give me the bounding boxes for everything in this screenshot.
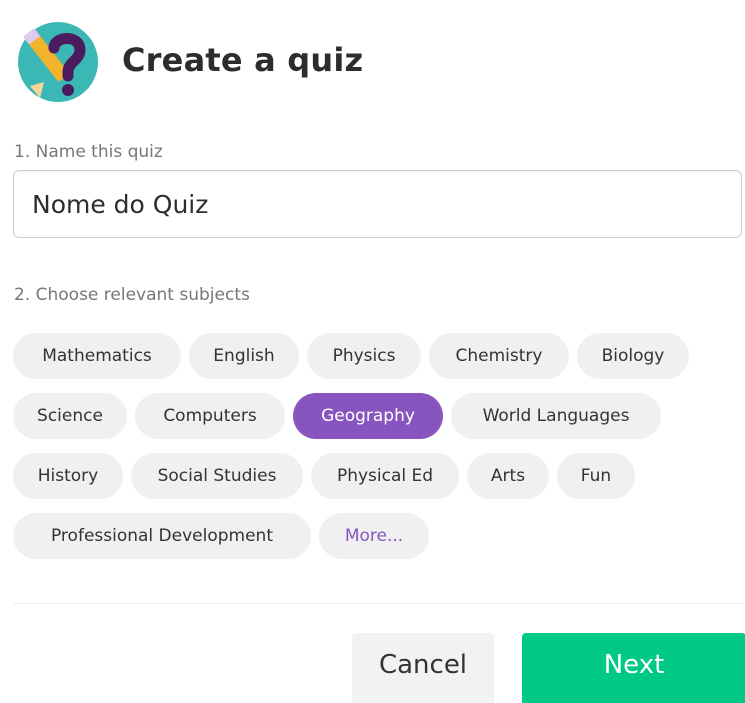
subjects-label: 2. Choose relevant subjects bbox=[14, 285, 250, 305]
subject-chip-computers[interactable]: Computers bbox=[135, 393, 285, 439]
subject-chip-physical-ed[interactable]: Physical Ed bbox=[311, 453, 459, 499]
footer-divider bbox=[13, 603, 742, 604]
subject-chip-arts[interactable]: Arts bbox=[467, 453, 549, 499]
subject-chip-fun[interactable]: Fun bbox=[557, 453, 635, 499]
subject-chip-world-languages[interactable]: World Languages bbox=[451, 393, 661, 439]
subject-chip-professional-development[interactable]: Professional Development bbox=[13, 513, 311, 559]
more-subjects-button[interactable]: More... bbox=[319, 513, 429, 559]
subject-chip-row: Professional Development More... bbox=[13, 513, 733, 559]
subject-chip-physics[interactable]: Physics bbox=[307, 333, 421, 379]
quiz-name-label: 1. Name this quiz bbox=[14, 142, 163, 162]
subject-chip-history[interactable]: History bbox=[13, 453, 123, 499]
cancel-button[interactable]: Cancel bbox=[352, 633, 494, 703]
subject-chip-row: History Social Studies Physical Ed Arts … bbox=[13, 453, 733, 499]
page-title: Create a quiz bbox=[122, 41, 364, 79]
subject-chips: Mathematics English Physics Chemistry Bi… bbox=[13, 333, 733, 573]
quiz-name-input[interactable] bbox=[13, 170, 742, 238]
quiz-header: Create a quiz bbox=[10, 12, 363, 108]
subject-chip-row: Mathematics English Physics Chemistry Bi… bbox=[13, 333, 733, 379]
subject-chip-row: Science Computers Geography World Langua… bbox=[13, 393, 733, 439]
subject-chip-geography[interactable]: Geography bbox=[293, 393, 443, 439]
subject-chip-mathematics[interactable]: Mathematics bbox=[13, 333, 181, 379]
subject-chip-chemistry[interactable]: Chemistry bbox=[429, 333, 569, 379]
next-button[interactable]: Next bbox=[522, 633, 745, 703]
subject-chip-science[interactable]: Science bbox=[13, 393, 127, 439]
subject-chip-biology[interactable]: Biology bbox=[577, 333, 689, 379]
pencil-question-mark-icon bbox=[18, 22, 98, 102]
subject-chip-social-studies[interactable]: Social Studies bbox=[131, 453, 303, 499]
subject-chip-english[interactable]: English bbox=[189, 333, 299, 379]
